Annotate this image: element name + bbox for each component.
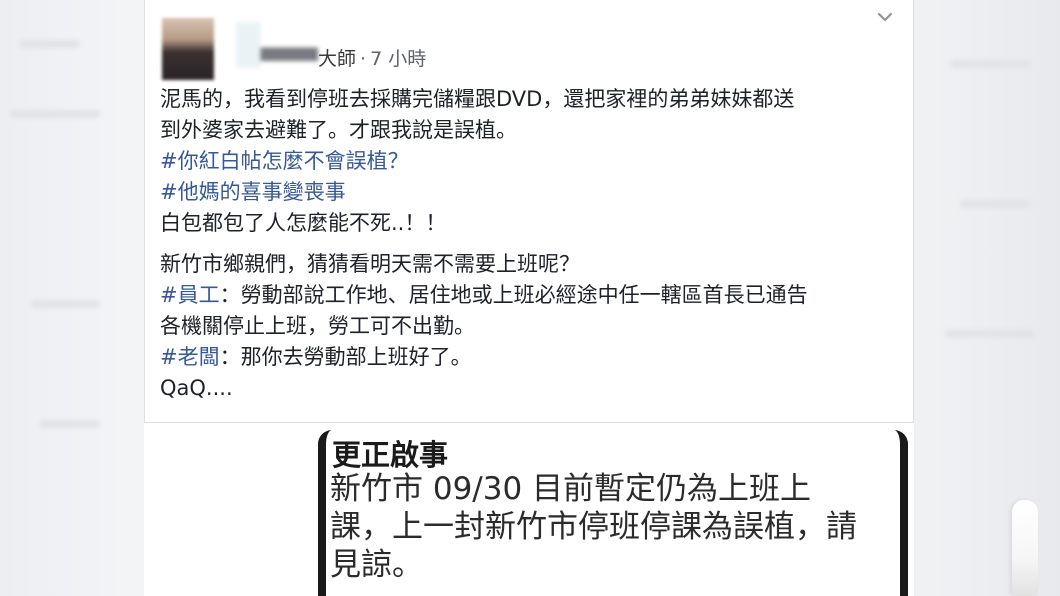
post-line: #員工：勞動部說工作地、居住地或上班必經途中任一轄區首長已通告 [160, 280, 900, 311]
blurred-background-text [960, 200, 1030, 208]
post-line-text: ：勞動部說工作地、居住地或上班必經途中任一轄區首長已通告 [219, 283, 808, 307]
post-line: 各機關停止上班，勞工可不出勤。 [160, 314, 475, 338]
hashtag-link[interactable]: #他媽的喜事變喪事 [160, 177, 900, 208]
blurred-background-text [30, 300, 100, 308]
hashtag-link[interactable]: #員工 [160, 283, 220, 307]
post-line: 到外婆家去避難了。才跟我說是誤植。 [160, 118, 517, 142]
post-line: 泥馬的，我看到停班去採購完儲糧跟DVD，還把家裡的弟弟妹妹都送 [160, 87, 795, 111]
notice-line: 新竹市 09/30 目前暫定仍為上班上 [330, 471, 812, 507]
blurred-background-text [950, 60, 1030, 68]
author-name[interactable]: 大師 [318, 48, 356, 70]
post-line: 新竹市鄉親們，猜猜看明天需不需要上班呢？ [160, 252, 580, 276]
header-separator: · [360, 48, 367, 70]
post-line: QaQ.... [160, 376, 233, 400]
post-line-text: ：那你去勞動部上班好了。 [219, 345, 472, 369]
post-text: 泥馬的，我看到停班去採購完儲糧跟DVD，還把家裡的弟弟妹妹都送 到外婆家去避難了… [160, 84, 900, 404]
blurred-background-text [10, 110, 100, 118]
chevron-down-icon[interactable] [874, 8, 896, 28]
author-avatar[interactable] [162, 18, 214, 80]
notice-line: 課，上一封新竹市停班停課為誤植，請 [330, 509, 857, 545]
blurred-background-text [20, 40, 80, 48]
notice-body: 新竹市 09/30 目前暫定仍為上班上 課，上一封新竹市停班停課為誤植，請 見諒… [330, 470, 900, 584]
post-line: #老闆：那你去勞動部上班好了。 [160, 342, 900, 373]
author-name-blurred[interactable] [236, 22, 318, 68]
blurred-background-text [40, 420, 100, 428]
correction-notice-image[interactable]: 更正啟事 新竹市 09/30 目前暫定仍為上班上 課，上一封新竹市停班停課為誤植… [318, 430, 908, 596]
post-header: 大師 · 7 小時 [318, 44, 426, 71]
partial-object-edge [1012, 500, 1038, 596]
notice-line: 見諒。 [330, 547, 423, 583]
blurred-background-text [945, 330, 1035, 338]
hashtag-link[interactable]: #老闆 [160, 345, 220, 369]
notice-title: 更正啟事 [332, 438, 449, 472]
post-timestamp[interactable]: 7 小時 [370, 48, 426, 70]
post-line: 白包都包了人怎麼能不死..！！ [160, 211, 447, 235]
hashtag-link[interactable]: #你紅白帖怎麼不會誤植？ [160, 146, 900, 177]
